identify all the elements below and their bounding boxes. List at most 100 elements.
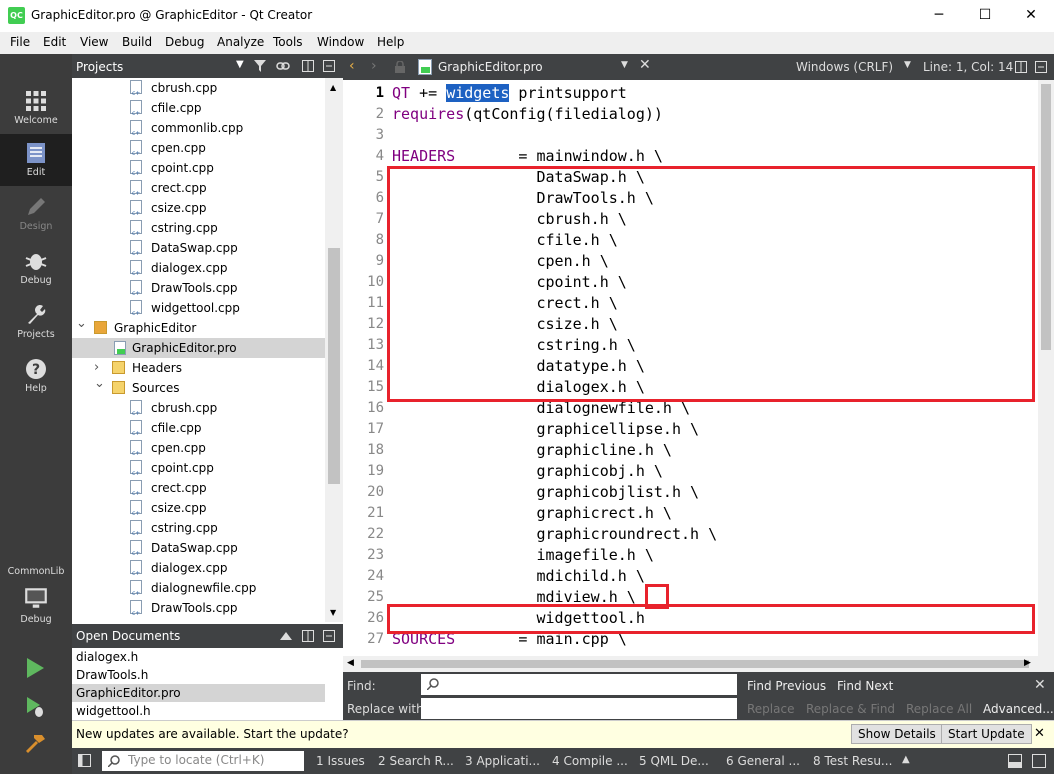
code-line[interactable]: QT += widgets printsupport	[392, 84, 627, 102]
project-tree-item[interactable]: cpen.cpp	[72, 438, 325, 464]
expand-arrow-icon[interactable]: ⌄	[76, 314, 87, 334]
locate-input[interactable]: Type to locate (Ctrl+K)	[102, 751, 304, 771]
project-tree-item[interactable]: cpen.cpp	[72, 138, 325, 164]
close-window-button[interactable]: ✕	[1008, 0, 1054, 30]
project-tree-item[interactable]: GraphicEditor.pro	[72, 338, 325, 358]
code-line[interactable]: graphicobj.h \	[392, 462, 662, 480]
project-tree-item[interactable]: cfile.cpp	[72, 98, 325, 124]
mode-help[interactable]: ? Help	[0, 350, 72, 402]
back-arrow-icon[interactable]: ‹	[349, 58, 355, 74]
project-tree-item[interactable]: ⌄ Sources	[72, 376, 325, 398]
pane-issues[interactable]: 1 Issues	[316, 754, 365, 768]
cursor-position[interactable]: Line: 1, Col: 14	[923, 60, 1013, 74]
project-tree-item[interactable]: cstring.cpp	[72, 218, 325, 244]
menu-edit[interactable]: Edit	[43, 35, 66, 49]
run-icon[interactable]	[24, 657, 46, 679]
pane-general-messages[interactable]: 6 General ...	[726, 754, 800, 768]
project-tree-item[interactable]: dialogex.cpp	[72, 558, 325, 584]
close-pane-icon[interactable]	[323, 630, 335, 642]
project-tree-item[interactable]: dialognewfile.cpp	[72, 578, 325, 604]
code-line[interactable]: graphicrect.h \	[392, 504, 671, 522]
file-dropdown-icon[interactable]: ▼	[621, 60, 628, 70]
code-line[interactable]: HEADERS = mainwindow.h \	[392, 147, 663, 165]
project-tree-item[interactable]: commonlib.cpp	[72, 118, 325, 144]
scroll-up-icon[interactable]: ▲	[330, 83, 336, 92]
pane-test-results[interactable]: 8 Test Resu...	[813, 754, 892, 768]
show-details-button[interactable]: Show Details	[851, 724, 943, 744]
close-update-icon[interactable]: ✕	[1034, 726, 1045, 741]
project-tree-item[interactable]: dialogex.cpp	[72, 258, 325, 284]
open-document-item[interactable]: DrawTools.h	[72, 666, 325, 684]
menu-build[interactable]: Build	[122, 35, 152, 49]
find-next-button[interactable]: Find Next	[837, 679, 893, 693]
forward-arrow-icon[interactable]: ›	[371, 58, 377, 74]
sort-icon[interactable]	[280, 630, 292, 642]
project-tree-item[interactable]: crect.cpp	[72, 478, 325, 504]
start-update-button[interactable]: Start Update	[941, 724, 1032, 744]
project-tree-item[interactable]: crect.cpp	[72, 178, 325, 204]
project-tree-item[interactable]: cfile.cpp	[72, 418, 325, 444]
split-icon[interactable]	[1015, 61, 1027, 73]
scroll-thumb[interactable]	[361, 660, 1029, 668]
close-pane-icon[interactable]	[1035, 61, 1047, 73]
project-tree-item[interactable]: widgettool.cpp	[72, 298, 325, 324]
project-tree-item[interactable]: DrawTools.cpp	[72, 598, 325, 622]
menu-debug[interactable]: Debug	[165, 35, 204, 49]
find-previous-button[interactable]: Find Previous	[747, 679, 826, 693]
project-tree-scrollbar[interactable]: ▲ ▼	[325, 78, 343, 622]
pane-qml-debugger[interactable]: 5 QML De...	[639, 754, 709, 768]
project-tree-item[interactable]: cpoint.cpp	[72, 158, 325, 184]
menu-analyze[interactable]: Analyze	[217, 35, 264, 49]
code-line[interactable]: mdichild.h \	[392, 567, 644, 585]
debug-run-icon[interactable]	[24, 696, 46, 718]
editor-vertical-scrollbar[interactable]	[1038, 80, 1054, 656]
mode-debug[interactable]: Debug	[0, 242, 72, 294]
close-pane-icon[interactable]	[323, 60, 335, 72]
project-tree-item[interactable]: DrawTools.cpp	[72, 278, 325, 304]
scroll-right-icon[interactable]: ▶	[1024, 658, 1031, 668]
scroll-thumb[interactable]	[328, 248, 340, 484]
replace-find-button[interactable]: Replace & Find	[806, 702, 895, 716]
mode-projects[interactable]: Projects	[0, 296, 72, 348]
code-line[interactable]: graphicellipse.h \	[392, 420, 699, 438]
menu-help[interactable]: Help	[377, 35, 404, 49]
scroll-down-icon[interactable]: ▼	[330, 608, 336, 617]
right-pane-toggle-icon[interactable]	[1032, 754, 1046, 768]
project-tree-item[interactable]: DataSwap.cpp	[72, 238, 325, 264]
link-icon[interactable]	[276, 60, 290, 72]
project-tree-item[interactable]: DataSwap.cpp	[72, 538, 325, 564]
line-ending-dropdown-icon[interactable]: ▼	[904, 60, 911, 70]
toggle-sidebar-icon[interactable]	[78, 754, 91, 767]
menu-view[interactable]: View	[80, 35, 108, 49]
mode-welcome[interactable]: Welcome	[0, 82, 72, 134]
code-line[interactable]: graphicroundrect.h \	[392, 525, 717, 543]
replace-all-button[interactable]: Replace All	[906, 702, 972, 716]
pane-compile-output[interactable]: 4 Compile ...	[552, 754, 628, 768]
open-document-item[interactable]: widgettool.h	[72, 702, 325, 720]
advanced-button[interactable]: Advanced...	[983, 702, 1054, 716]
project-tree-item[interactable]: cpoint.cpp	[72, 458, 325, 484]
project-tree-item[interactable]: cbrush.cpp	[72, 398, 325, 424]
mode-design[interactable]: Design	[0, 188, 72, 240]
project-tree-item[interactable]: › Headers	[72, 358, 325, 378]
scroll-left-icon[interactable]: ◀	[347, 658, 354, 668]
pane-application-output[interactable]: 3 Applicati...	[465, 754, 540, 768]
replace-input[interactable]	[421, 698, 737, 719]
menu-tools[interactable]: Tools	[273, 35, 303, 49]
close-find-icon[interactable]: ✕	[1034, 677, 1046, 693]
build-hammer-icon[interactable]	[24, 732, 46, 754]
code-line[interactable]: graphicobjlist.h \	[392, 483, 699, 501]
project-tree-item[interactable]: csize.cpp	[72, 198, 325, 224]
code-line[interactable]: requires(qtConfig(filedialog))	[392, 105, 663, 123]
filter-icon[interactable]	[254, 60, 266, 72]
project-tree-item[interactable]: cstring.cpp	[72, 518, 325, 544]
project-tree-item[interactable]: ⌄ GraphicEditor	[72, 316, 325, 338]
output-pane-toggle-icon[interactable]	[1008, 754, 1022, 768]
find-input[interactable]	[421, 674, 737, 695]
editor-file-name[interactable]: GraphicEditor.pro	[438, 60, 543, 74]
split-icon[interactable]	[302, 630, 314, 642]
split-icon[interactable]	[302, 60, 314, 72]
line-ending-selector[interactable]: Windows (CRLF)	[796, 60, 893, 74]
close-editor-icon[interactable]: ✕	[639, 57, 651, 73]
replace-button[interactable]: Replace	[747, 702, 794, 716]
